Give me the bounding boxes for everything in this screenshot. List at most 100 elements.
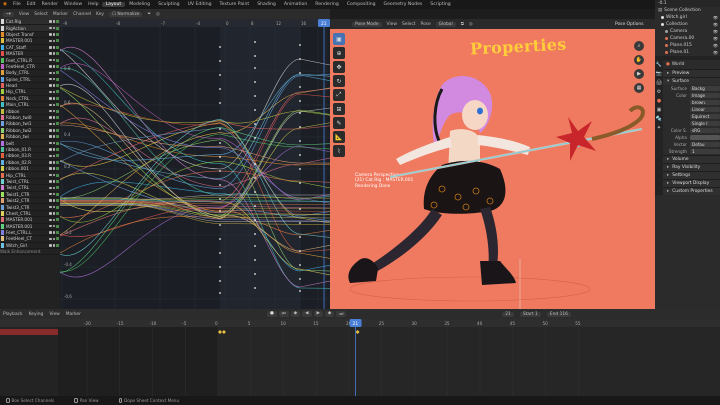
keyframe-point[interactable]	[299, 208, 301, 210]
output-tab-icon[interactable]: 🖨	[656, 80, 662, 86]
section-settings[interactable]: Settings	[663, 171, 720, 179]
outliner-item[interactable]: Collection 👁	[655, 21, 720, 28]
keyframe-point[interactable]	[299, 72, 301, 74]
channel-lock-icon[interactable]	[49, 84, 52, 87]
channel-mute-toggle[interactable]	[56, 135, 59, 139]
channel-lock-icon[interactable]	[49, 192, 52, 196]
keyframe-point[interactable]	[254, 95, 256, 97]
channel-mute-toggle[interactable]	[56, 186, 59, 190]
channel-mute-toggle[interactable]	[56, 58, 59, 62]
3d-viewport[interactable]: Pose Mode View Select Pose Global ⧉ ◎ Po…	[330, 19, 655, 309]
modifier-tab-icon[interactable]: 🔩	[656, 116, 662, 122]
keyframe-point[interactable]	[299, 250, 301, 252]
channel-lock-icon[interactable]	[49, 109, 52, 113]
channel-lock-icon[interactable]	[49, 20, 52, 23]
channel-mute-toggle[interactable]	[56, 154, 59, 158]
channel-visibility-icon[interactable]	[52, 148, 55, 151]
timeline-summary-channel[interactable]	[0, 329, 58, 335]
menu-help[interactable]: Help	[85, 2, 101, 7]
channel-visibility-icon[interactable]	[52, 167, 55, 170]
field-value[interactable]: sRG	[690, 127, 720, 134]
visibility-eye-icon[interactable]: 👁	[713, 43, 718, 48]
keyframe-point[interactable]	[299, 168, 301, 170]
channel-visibility-icon[interactable]	[52, 90, 55, 94]
channel-lock-icon[interactable]	[49, 71, 52, 75]
channel-visibility-icon[interactable]	[52, 212, 55, 215]
channel-lock-icon[interactable]	[49, 77, 52, 81]
channel-lock-icon[interactable]	[49, 231, 52, 234]
keyframe-point[interactable]	[299, 126, 301, 128]
channel-lock-icon[interactable]	[49, 237, 52, 241]
keyframe-point[interactable]	[254, 67, 256, 69]
channel-mute-toggle[interactable]	[56, 90, 59, 94]
keyframe-point[interactable]	[219, 170, 221, 172]
channel-mute-toggle[interactable]	[56, 205, 59, 209]
keyframe-point[interactable]	[219, 60, 221, 62]
workspace-tab-modeling[interactable]: Modeling	[125, 2, 154, 7]
field-value[interactable]: Linear	[690, 106, 720, 113]
channel-visibility-icon[interactable]	[52, 205, 55, 209]
object-tab-icon[interactable]: ▣	[657, 107, 662, 113]
editor-type-button[interactable]: ⌁▾	[3, 11, 14, 17]
channel-visibility-icon[interactable]	[52, 52, 55, 55]
workspace-tab-compositing[interactable]: Compositing	[343, 2, 380, 7]
field-value[interactable]: Backg	[690, 85, 720, 92]
channel-lock-icon[interactable]	[49, 154, 52, 158]
keyframe-point[interactable]	[299, 278, 301, 280]
keying-menu[interactable]: Keying	[29, 312, 44, 317]
jump-end-icon[interactable]: ⏭	[336, 311, 347, 317]
frame-ruler[interactable]	[60, 19, 330, 27]
keyframe-point[interactable]	[219, 210, 221, 212]
keyframe-point[interactable]	[254, 205, 256, 207]
frame-value[interactable]: -0.1	[658, 1, 667, 6]
outliner-item[interactable]: Witch.girl 👁	[655, 14, 720, 21]
keyframe-point[interactable]	[254, 245, 256, 247]
channel-mute-toggle[interactable]	[56, 218, 59, 222]
field-value[interactable]: Defau	[690, 141, 720, 148]
keyframe-point[interactable]	[254, 55, 256, 57]
keyframe-point[interactable]	[254, 137, 256, 139]
channel-lock-icon[interactable]	[49, 167, 52, 170]
workspace-tab-animation[interactable]: Animation	[280, 2, 311, 7]
channel-mute-toggle[interactable]	[56, 71, 59, 75]
channel-visibility-icon[interactable]	[52, 244, 55, 247]
channel-visibility-icon[interactable]	[52, 237, 55, 241]
channel-visibility-icon[interactable]	[52, 154, 55, 158]
keyframe-point[interactable]	[299, 154, 301, 156]
property-field[interactable]: Vector Defau	[663, 141, 720, 148]
timeline-canvas[interactable]: -20 -15 -10 -5 0 5 10 15 20 25 30 35 40 45 50 5521	[0, 319, 720, 396]
channel-visibility-icon[interactable]	[52, 135, 55, 138]
record-icon[interactable]: ●	[266, 311, 277, 317]
graph-key-menu[interactable]: Key	[96, 12, 104, 17]
keyframe-point[interactable]	[299, 112, 301, 114]
keyframe-point[interactable]	[299, 100, 301, 102]
keyframe-point[interactable]	[254, 219, 256, 221]
field-value[interactable]: Equirect	[690, 113, 720, 120]
channel-mute-toggle[interactable]	[56, 192, 59, 196]
workspace-tab-layout[interactable]: Layout	[101, 2, 126, 7]
normalize-toggle[interactable]: ☐ Normalize	[109, 11, 143, 17]
channel-lock-icon[interactable]	[49, 39, 52, 43]
visibility-eye-icon[interactable]: 👁	[713, 15, 718, 20]
field-value[interactable]: 1	[690, 148, 720, 155]
keyframe-point[interactable]	[254, 177, 256, 179]
section-preview[interactable]: Preview	[663, 69, 720, 77]
channel-lock-icon[interactable]	[49, 122, 52, 126]
channel-visibility-icon[interactable]	[52, 71, 55, 75]
keyframe-point[interactable]	[219, 102, 221, 104]
workspace-tab-scripting[interactable]: Scripting	[426, 2, 454, 7]
channel-list[interactable]: Cat.Rig RigAction Object Transf MASTER.001 C…	[0, 19, 60, 309]
playback-menu[interactable]: Playback	[3, 312, 23, 317]
channel-lock-icon[interactable]	[49, 90, 52, 94]
outliner-item[interactable]: Camera 👁	[655, 28, 720, 35]
channel-lock-icon[interactable]	[49, 199, 52, 202]
property-field[interactable]: Surface Backg	[663, 85, 720, 92]
channel-visibility-icon[interactable]	[52, 65, 55, 68]
property-field[interactable]: Alpha	[663, 134, 720, 141]
keyframe-point[interactable]	[254, 109, 256, 111]
play-reverse-icon[interactable]: ◀	[302, 311, 312, 317]
keyframe-point[interactable]	[254, 81, 256, 83]
channel-lock-icon[interactable]	[49, 116, 52, 119]
visibility-eye-icon[interactable]: 👁	[713, 50, 718, 55]
timeline-marker-menu[interactable]: Marker	[66, 312, 81, 317]
